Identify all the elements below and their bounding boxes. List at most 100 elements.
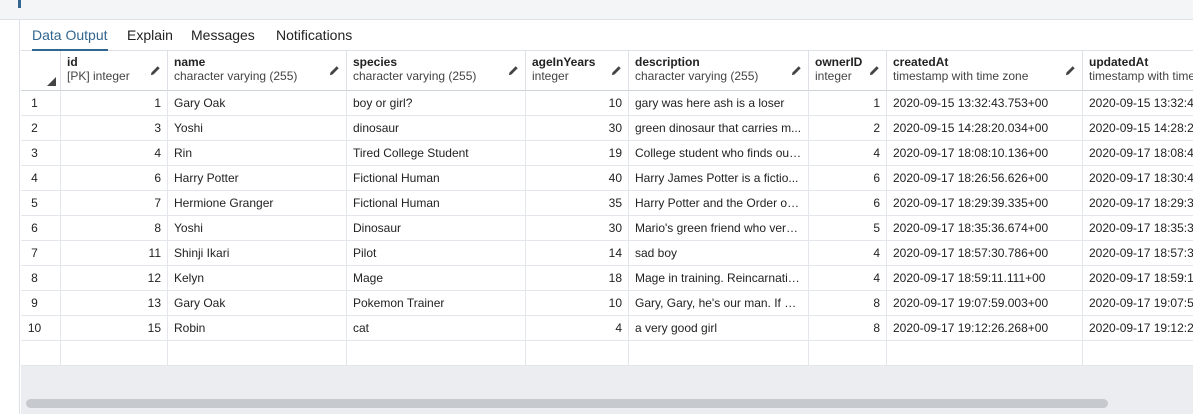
cell-ownerid[interactable]: 8 (809, 291, 887, 316)
table-row[interactable]: 9 13 Gary Oak Pokemon Trainer 10 Gary, Gary, … (21, 291, 1193, 316)
cell-description[interactable]: sad boy (629, 241, 809, 266)
cell-updatedat[interactable]: 2020-09-17 18:30:40.626+00 (1083, 166, 1193, 191)
cell-ownerid[interactable]: 4 (809, 241, 887, 266)
cell-species[interactable]: boy or girl? (347, 91, 526, 116)
column-header-species[interactable]: species character varying (255) (347, 51, 526, 91)
cell-name[interactable]: Kelyn (168, 266, 347, 291)
cell-description[interactable]: green dinosaur that carries m... (629, 116, 809, 141)
cell-name[interactable]: Yoshi (168, 116, 347, 141)
row-number[interactable] (21, 341, 61, 366)
cell-ageinyears[interactable]: 30 (526, 216, 629, 241)
cell-description[interactable]: gary was here ash is a loser (629, 91, 809, 116)
cell-ageinyears[interactable]: 18 (526, 266, 629, 291)
column-header-description[interactable]: description character varying (255) (629, 51, 809, 91)
cell-ownerid[interactable]: 5 (809, 216, 887, 241)
cell-updatedat[interactable]: 2020-09-17 18:59:11.111+00 (1083, 266, 1193, 291)
pencil-icon[interactable] (150, 65, 161, 76)
table-row[interactable]: 1 1 Gary Oak boy or girl? 10 gary was here as… (21, 91, 1193, 116)
cell-id[interactable]: 6 (61, 166, 168, 191)
row-number[interactable]: 4 (21, 166, 61, 191)
column-header-name[interactable]: name character varying (255) (168, 51, 347, 91)
table-row[interactable]: 4 6 Harry Potter Fictional Human 40 Harry Jam… (21, 166, 1193, 191)
table-row[interactable]: 8 12 Kelyn Mage 18 Mage in training. Reincarn… (21, 266, 1193, 291)
table-row[interactable]: 7 11 Shinji Ikari Pilot 14 sad boy 4 2020-09-17… (21, 241, 1193, 266)
column-header-updatedat[interactable]: updatedAt timestamp with time zone (1083, 51, 1193, 91)
pencil-icon[interactable] (329, 65, 340, 76)
cell-id[interactable]: 3 (61, 116, 168, 141)
table-row[interactable]: 10 15 Robin cat 4 a very good girl 8 2020-09-17… (21, 316, 1193, 341)
cell-ageinyears[interactable]: 40 (526, 166, 629, 191)
cell-ownerid[interactable]: 4 (809, 141, 887, 166)
tab-data-output[interactable]: Data Output (32, 26, 108, 51)
cell-description[interactable]: College student who finds out... (629, 141, 809, 166)
table-row[interactable]: 5 7 Hermione Granger Fictional Human 35 Harry… (21, 191, 1193, 216)
column-header-ownerid[interactable]: ownerID integer (809, 51, 887, 91)
cell-ageinyears[interactable]: 10 (526, 91, 629, 116)
cell-createdat[interactable]: 2020-09-17 19:07:59.003+00 (887, 291, 1083, 316)
tab-explain[interactable]: Explain (127, 26, 173, 51)
row-number[interactable]: 1 (21, 91, 61, 116)
cell-updatedat[interactable]: 2020-09-17 18:35:36.674+00 (1083, 216, 1193, 241)
cell-ownerid[interactable]: 4 (809, 266, 887, 291)
cell-createdat[interactable]: 2020-09-17 19:12:26.268+00 (887, 316, 1083, 341)
cell-description[interactable]: Harry James Potter is a fictio... (629, 166, 809, 191)
cell-createdat[interactable]: 2020-09-17 18:59:11.111+00 (887, 266, 1083, 291)
cell-ageinyears[interactable]: 4 (526, 316, 629, 341)
cell-ageinyears[interactable]: 30 (526, 116, 629, 141)
row-number[interactable]: 6 (21, 216, 61, 241)
cell-updatedat[interactable]: 2020-09-17 18:08:40.136+00 (1083, 141, 1193, 166)
cell-id[interactable]: 11 (61, 241, 168, 266)
cell-createdat[interactable]: 2020-09-17 18:08:10.136+00 (887, 141, 1083, 166)
cell-species[interactable]: Mage (347, 266, 526, 291)
row-number[interactable]: 2 (21, 116, 61, 141)
cell-createdat[interactable] (887, 341, 1083, 366)
cell-description[interactable]: Gary, Gary, he's our man. If he ... (629, 291, 809, 316)
row-number[interactable]: 5 (21, 191, 61, 216)
column-header-ageinyears[interactable]: ageInYears integer (526, 51, 629, 91)
cell-species[interactable]: Dinosaur (347, 216, 526, 241)
cell-ageinyears[interactable]: 19 (526, 141, 629, 166)
cell-updatedat[interactable]: 2020-09-15 13:32:43.753+00 (1083, 91, 1193, 116)
cell-createdat[interactable]: 2020-09-17 18:35:36.674+00 (887, 216, 1083, 241)
pencil-icon[interactable] (508, 65, 519, 76)
cell-id[interactable]: 12 (61, 266, 168, 291)
cell-species[interactable]: Fictional Human (347, 166, 526, 191)
cell-updatedat[interactable]: 2020-09-17 18:29:39.335+00 (1083, 191, 1193, 216)
cell-name[interactable] (168, 341, 347, 366)
pencil-icon[interactable] (791, 65, 802, 76)
pencil-icon[interactable] (1065, 65, 1076, 76)
cell-updatedat[interactable]: 2020-09-17 19:12:26.268+00 (1083, 316, 1193, 341)
pencil-icon[interactable] (869, 65, 880, 76)
tab-messages[interactable]: Messages (191, 26, 255, 51)
cell-name[interactable]: Shinji Ikari (168, 241, 347, 266)
table-row[interactable]: 3 4 Rin Tired College Student 19 College stud… (21, 141, 1193, 166)
cell-ownerid[interactable]: 2 (809, 116, 887, 141)
cell-name[interactable]: Gary Oak (168, 91, 347, 116)
cell-ownerid[interactable]: 1 (809, 91, 887, 116)
cell-name[interactable]: Hermione Granger (168, 191, 347, 216)
cell-createdat[interactable]: 2020-09-17 18:29:39.335+00 (887, 191, 1083, 216)
cell-id[interactable]: 4 (61, 141, 168, 166)
cell-id[interactable]: 7 (61, 191, 168, 216)
cell-species[interactable]: Pokemon Trainer (347, 291, 526, 316)
cell-updatedat[interactable] (1083, 341, 1193, 366)
tab-notifications[interactable]: Notifications (276, 26, 352, 51)
cell-species[interactable]: Tired College Student (347, 141, 526, 166)
table-row[interactable]: 6 8 Yoshi Dinosaur 30 Mario's green friend wh… (21, 216, 1193, 241)
cell-description[interactable]: Harry Potter and the Order of t... (629, 191, 809, 216)
cell-id[interactable]: 1 (61, 91, 168, 116)
cell-description[interactable]: Mage in training. Reincarnatio... (629, 266, 809, 291)
cell-name[interactable]: Rin (168, 141, 347, 166)
row-number-header[interactable] (21, 51, 61, 91)
cell-description[interactable]: a very good girl (629, 316, 809, 341)
cell-updatedat[interactable]: 2020-09-17 18:57:30.786+00 (1083, 241, 1193, 266)
table-row[interactable] (21, 341, 1193, 366)
horizontal-scrollbar[interactable] (26, 399, 1108, 408)
cell-species[interactable]: Pilot (347, 241, 526, 266)
row-number[interactable]: 8 (21, 266, 61, 291)
cell-ownerid[interactable] (809, 341, 887, 366)
cell-species[interactable]: Fictional Human (347, 191, 526, 216)
cell-description[interactable] (629, 341, 809, 366)
cell-createdat[interactable]: 2020-09-15 14:28:20.034+00 (887, 116, 1083, 141)
cell-ageinyears[interactable] (526, 341, 629, 366)
